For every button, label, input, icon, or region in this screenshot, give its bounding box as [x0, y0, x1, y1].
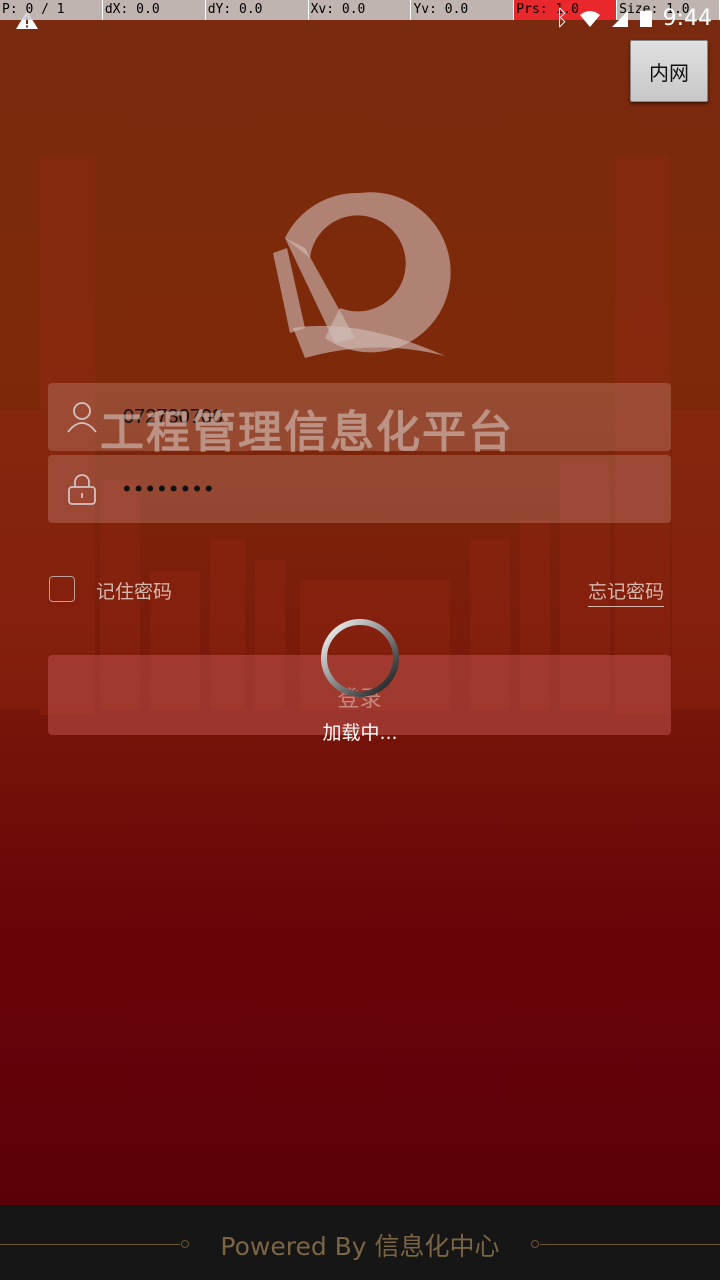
password-value: ••••••••	[123, 476, 217, 501]
user-icon	[67, 402, 97, 433]
lock-icon	[68, 474, 96, 505]
loading-spinner-icon	[321, 619, 399, 697]
platform-title: 工程管理信息化平台	[100, 407, 514, 458]
battery-icon	[639, 10, 652, 27]
debug-yv: Yv: 0.0	[411, 0, 515, 20]
footer: Powered By 信息化中心	[0, 1205, 720, 1280]
debug-dy: dY: 0.0	[206, 0, 309, 20]
forgot-password-link[interactable]: 忘记密码	[588, 577, 665, 607]
company-logo-icon	[273, 192, 451, 358]
bluetooth-icon: ᛒ	[555, 6, 569, 31]
debug-pointer: P: 0 / 1	[0, 0, 103, 20]
loading-text: 加载中...	[322, 722, 398, 744]
footer-ornament-right	[531, 1240, 539, 1248]
signal-icon	[611, 10, 628, 27]
footer-divider-right	[540, 1244, 720, 1245]
wifi-icon	[579, 10, 600, 27]
debug-xv: Xv: 0.0	[309, 0, 412, 20]
intranet-button[interactable]: 内网	[630, 40, 708, 102]
password-field[interactable]: ••••••••	[48, 455, 671, 523]
remember-checkbox[interactable]	[49, 576, 75, 602]
status-icons: ᛒ 9:44	[555, 6, 712, 31]
footer-text: Powered By 信息化中心	[220, 1232, 500, 1261]
debug-dx: dX: 0.0	[103, 0, 206, 20]
remember-label: 记住密码	[96, 581, 173, 603]
clock-text: 9:44	[662, 6, 712, 31]
